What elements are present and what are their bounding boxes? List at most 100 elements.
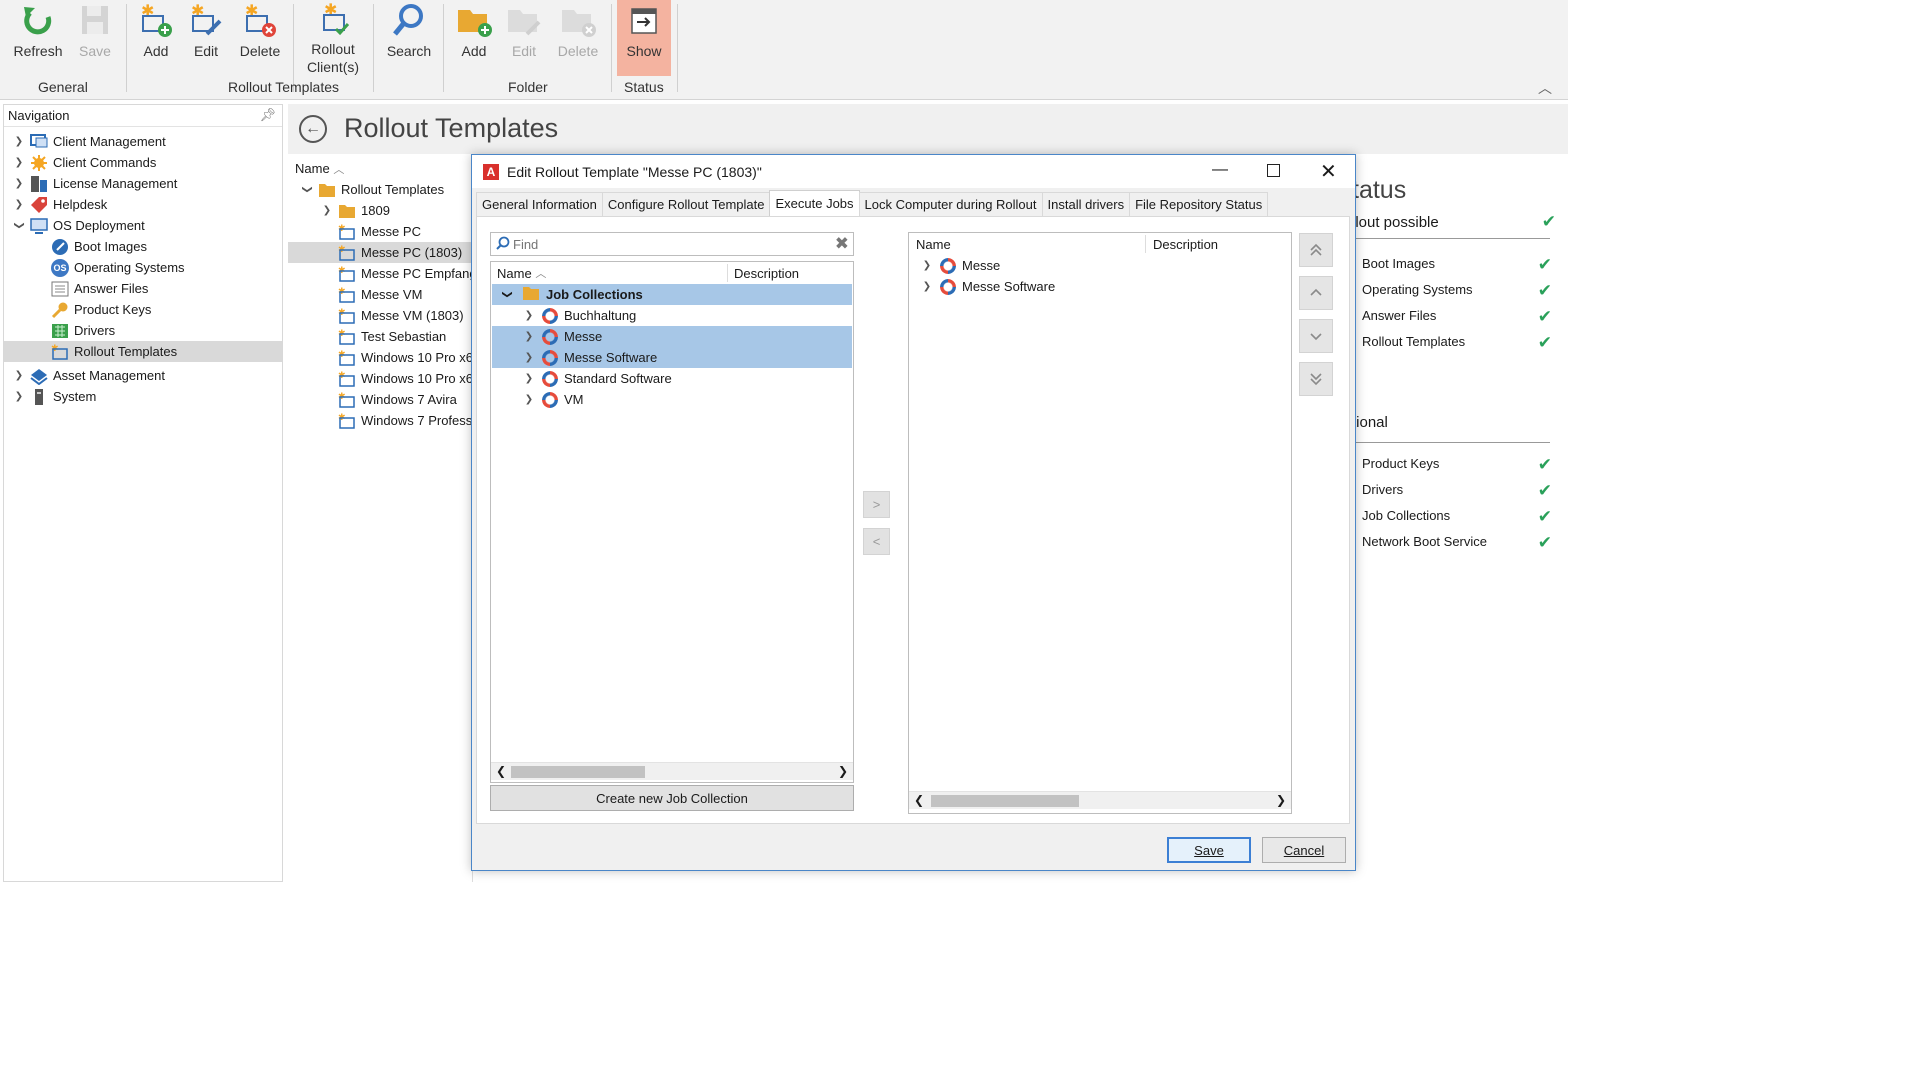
group-label-folder: Folder	[508, 79, 548, 95]
tree-item[interactable]: ✱ Windows 7 Profess	[334, 410, 472, 431]
close-icon[interactable]: ✕	[1320, 159, 1337, 184]
collapse-ribbon-icon[interactable]: ︿	[1538, 78, 1552, 98]
column-header-description[interactable]: Description	[1153, 233, 1218, 255]
minimize-icon[interactable]: —	[1212, 161, 1228, 179]
add-template-button[interactable]: ✱ Add	[134, 0, 178, 76]
job-item-selected[interactable]: ❯ Messe	[492, 326, 852, 347]
assigned-job-item[interactable]: ❯ Messe	[910, 255, 1000, 276]
show-status-button[interactable]: Show	[617, 0, 671, 76]
scrollbar-thumb[interactable]	[511, 766, 645, 778]
tree-item[interactable]: ✱ Messe PC	[334, 221, 421, 242]
cancel-dialog-button[interactable]: Cancel	[1262, 837, 1346, 863]
nav-item-product-keys[interactable]: Product Keys	[33, 299, 151, 320]
find-input[interactable]	[513, 236, 823, 252]
rollout-template-icon: ✱	[338, 307, 356, 325]
tree-item-selected[interactable]: ✱ Messe PC (1803)	[288, 242, 472, 263]
pin-icon[interactable]: 📌︎	[259, 107, 276, 123]
tab-general-information[interactable]: General Information	[476, 192, 603, 216]
nav-item-asset-management[interactable]: ❯ Asset Management	[12, 365, 165, 386]
expand-icon[interactable]: ❯	[12, 157, 26, 168]
column-header-name[interactable]: Name ︿	[497, 262, 546, 284]
tab-install-drivers[interactable]: Install drivers	[1041, 192, 1131, 216]
tree-item[interactable]: ✱ Windows 10 Pro x6	[334, 368, 472, 389]
list-header-name[interactable]: Name ︿	[295, 161, 344, 177]
scroll-left-icon[interactable]: ❮	[914, 793, 924, 807]
nav-item-os-deployment[interactable]: ❯ OS Deployment	[12, 215, 145, 236]
tree-item[interactable]: ✱ Windows 10 Pro x6	[334, 347, 472, 368]
rollout-clients-button[interactable]: ✱ Rollout Client(s)	[300, 0, 366, 76]
expand-icon[interactable]: ❯	[12, 136, 26, 147]
collapse-icon[interactable]: ❯	[502, 288, 513, 302]
find-field[interactable]: ✖	[490, 232, 854, 256]
create-job-collection-button[interactable]: Create new Job Collection	[490, 785, 854, 811]
tree-label: Messe PC	[361, 224, 421, 239]
horizontal-scrollbar[interactable]: ❮ ❯	[491, 762, 853, 780]
nav-item-license-management[interactable]: ❯ License Management	[12, 173, 177, 194]
job-item[interactable]: ❯ Standard Software	[492, 368, 852, 389]
collapse-icon[interactable]: ❯	[14, 219, 25, 233]
nav-item-answer-files[interactable]: Answer Files	[33, 278, 148, 299]
helpdesk-icon	[30, 196, 48, 214]
delete-folder-button[interactable]: Delete	[552, 0, 604, 76]
tree-item[interactable]: ✱ Messe PC Empfang	[334, 263, 472, 284]
tab-configure-rollout-template[interactable]: Configure Rollout Template	[601, 192, 771, 216]
expand-icon[interactable]: ❯	[12, 391, 26, 402]
expand-icon[interactable]: ❯	[12, 370, 26, 381]
assigned-job-item[interactable]: ❯ Messe Software	[910, 276, 1055, 297]
expand-icon[interactable]: ❯	[12, 199, 26, 210]
collapse-icon[interactable]: ❯	[302, 183, 313, 197]
nav-item-rollout-templates[interactable]: ✱ Rollout Templates	[4, 341, 282, 362]
nav-item-operating-systems[interactable]: OS Operating Systems	[33, 257, 185, 278]
tree-item-folder[interactable]: ❯ 1809	[320, 200, 390, 221]
column-header-name[interactable]: Name	[916, 233, 951, 255]
expand-icon[interactable]: ❯	[320, 205, 334, 216]
edit-folder-button[interactable]: Edit	[502, 0, 546, 76]
tree-item[interactable]: ✱ Messe VM	[334, 284, 422, 305]
move-right-button[interactable]: >	[863, 491, 890, 518]
job-item[interactable]: ❯ Buchhaltung	[492, 305, 852, 326]
job-item[interactable]: ❯ VM	[492, 389, 852, 410]
nav-item-helpdesk[interactable]: ❯ Helpdesk	[12, 194, 107, 215]
nav-item-boot-images[interactable]: Boot Images	[33, 236, 147, 257]
tab-execute-jobs[interactable]: Execute Jobs	[769, 190, 860, 216]
move-left-button[interactable]: <	[863, 528, 890, 555]
tree-root-rollout-templates[interactable]: ❯ Rollout Templates	[300, 179, 445, 200]
nav-item-system[interactable]: ❯ System	[12, 386, 96, 407]
scrollbar-thumb[interactable]	[931, 795, 1079, 807]
dialog-titlebar[interactable]: A Edit Rollout Template "Messe PC (1803)…	[472, 155, 1355, 188]
expand-icon[interactable]: ❯	[12, 178, 26, 189]
rollout-template-icon: ✱	[338, 286, 356, 304]
column-header-description[interactable]: Description	[734, 262, 799, 284]
delete-template-button[interactable]: ✱ Delete	[234, 0, 286, 76]
clear-search-icon[interactable]: ✖	[835, 234, 849, 254]
add-template-label: Add	[143, 43, 169, 59]
tab-lock-computer[interactable]: Lock Computer during Rollout	[858, 192, 1043, 216]
job-item-selected[interactable]: ❯ Messe Software	[492, 347, 852, 368]
scroll-right-icon[interactable]: ❯	[1276, 793, 1286, 807]
search-button[interactable]: Search	[382, 0, 436, 76]
maximize-icon[interactable]	[1267, 164, 1280, 177]
edit-template-button[interactable]: ✱ Edit	[184, 0, 228, 76]
move-to-top-button[interactable]	[1299, 233, 1333, 267]
save-dialog-button[interactable]: Save	[1167, 837, 1251, 863]
move-up-button[interactable]	[1299, 276, 1333, 310]
back-arrow-icon[interactable]: ←	[299, 115, 327, 143]
save-button[interactable]: Save	[72, 0, 118, 76]
horizontal-scrollbar[interactable]: ❮ ❯	[909, 791, 1291, 809]
rollout-clients-label-2: Client(s)	[306, 59, 360, 75]
scroll-left-icon[interactable]: ❮	[496, 764, 506, 778]
move-to-bottom-button[interactable]	[1299, 362, 1333, 396]
nav-item-client-commands[interactable]: ❯ Client Commands	[12, 152, 156, 173]
tree-item[interactable]: ✱ Messe VM (1803)	[334, 305, 464, 326]
nav-item-client-management[interactable]: ❯ Client Management	[12, 131, 166, 152]
job-collections-root[interactable]: ❯ Job Collections	[492, 284, 852, 305]
folder-icon	[522, 285, 540, 304]
add-folder-button[interactable]: Add	[452, 0, 496, 76]
tree-item[interactable]: ✱ Windows 7 Avira	[334, 389, 457, 410]
nav-item-drivers[interactable]: Drivers	[33, 320, 115, 341]
move-down-button[interactable]	[1299, 319, 1333, 353]
tree-item[interactable]: ✱ Test Sebastian	[334, 326, 446, 347]
scroll-right-icon[interactable]: ❯	[838, 764, 848, 778]
tab-file-repository-status[interactable]: File Repository Status	[1129, 192, 1269, 216]
refresh-button[interactable]: Refresh	[12, 0, 64, 76]
